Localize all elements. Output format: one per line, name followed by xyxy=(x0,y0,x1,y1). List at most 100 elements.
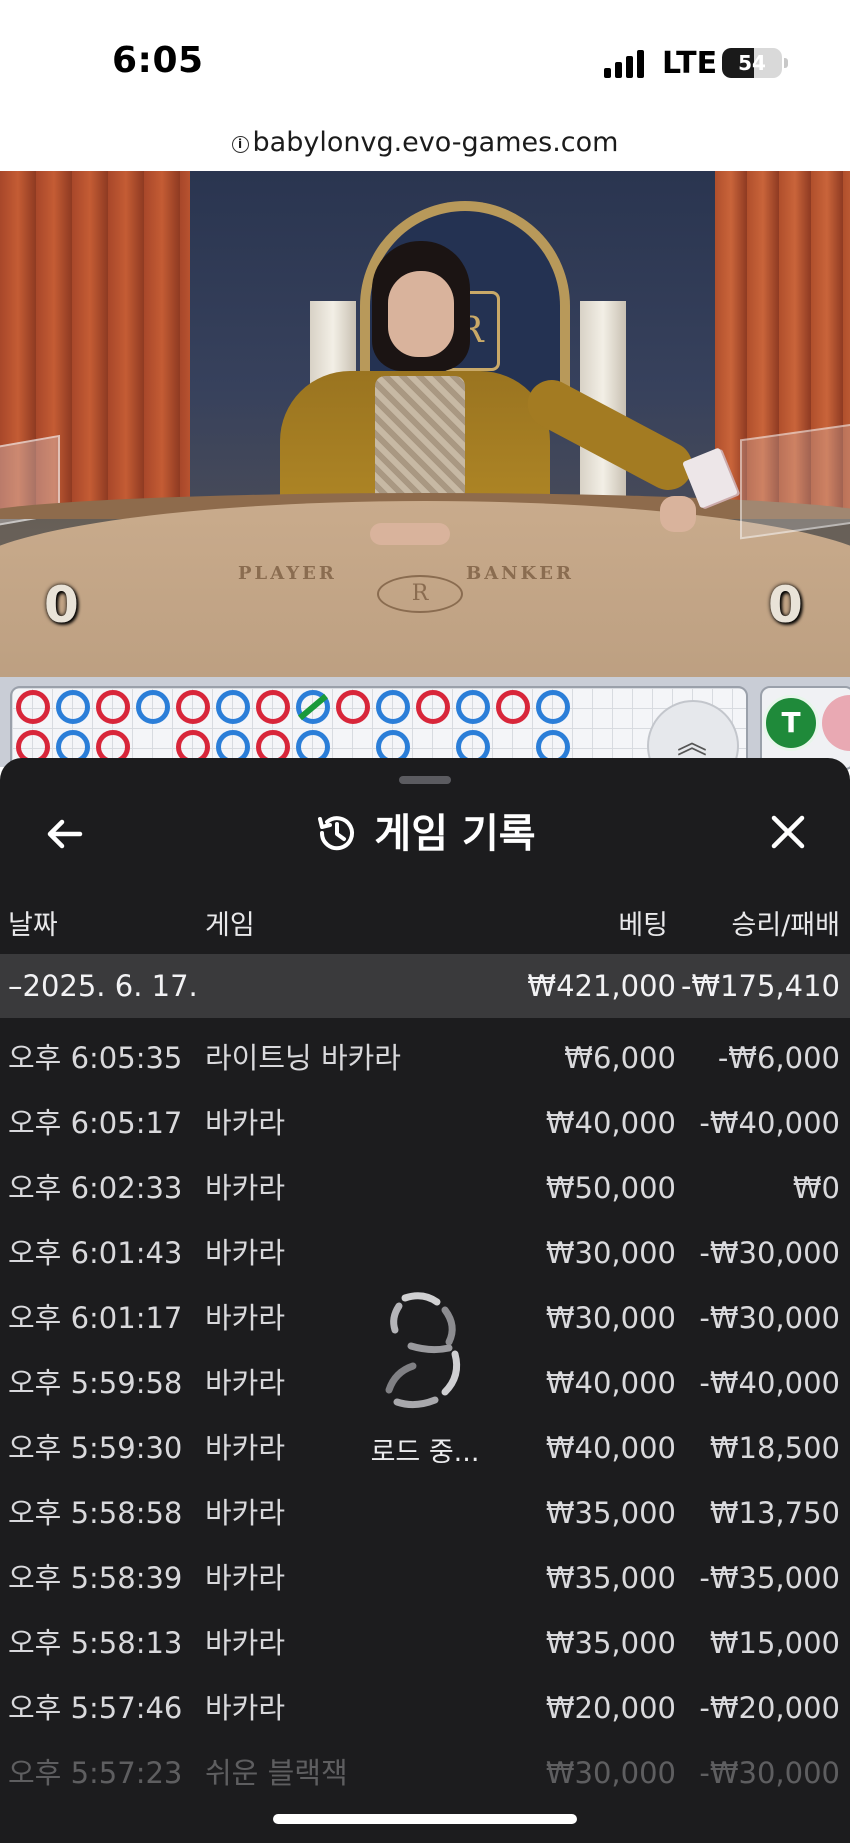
bead-player xyxy=(536,690,570,724)
row-result: ₩18,500 xyxy=(709,1431,840,1465)
row-bet: ₩35,000 xyxy=(545,1626,676,1660)
bead-player xyxy=(56,690,90,724)
row-time: 오후 6:05:17 xyxy=(8,1106,183,1140)
bead-player xyxy=(376,690,410,724)
dealer-face xyxy=(388,271,454,357)
game-history-panel: 게임 기록 날짜 게임 베팅 승리/패배 –2025. 6. 17. ₩421,… xyxy=(0,758,850,1843)
url-bar[interactable]: i babylonvg.evo-games.com xyxy=(0,118,850,168)
loading-spinner-icon xyxy=(385,1292,461,1409)
row-result: -₩40,000 xyxy=(699,1366,840,1400)
dealer-hand-left xyxy=(370,523,450,545)
sheet-grabber[interactable] xyxy=(399,776,451,784)
history-row[interactable]: 오후 5:58:39 바카라 ₩35,000 -₩35,000 xyxy=(0,1546,850,1611)
row-bet: ₩20,000 xyxy=(545,1691,676,1725)
row-game: 바카라 xyxy=(205,1301,286,1335)
row-game: 쉬운 블랙잭 xyxy=(205,1756,348,1790)
row-game: 바카라 xyxy=(205,1366,286,1400)
status-bar: 6:05 LTE 54 xyxy=(0,0,850,112)
network-label: LTE xyxy=(662,46,718,81)
bead-banker xyxy=(96,690,130,724)
dealer-hand-right xyxy=(660,496,696,532)
bead-player xyxy=(456,690,490,724)
bead-banker xyxy=(496,690,530,724)
bead-banker xyxy=(336,690,370,724)
bead-banker xyxy=(256,690,290,724)
player-label: PLAYER xyxy=(238,563,337,584)
battery-percent: 54 xyxy=(738,51,766,75)
banker-score: 0 xyxy=(768,576,803,634)
close-icon[interactable] xyxy=(764,808,812,856)
row-bet: ₩40,000 xyxy=(545,1431,676,1465)
column-header-bet: 베팅 xyxy=(618,910,668,941)
tie-indicator: T xyxy=(763,695,819,751)
row-bet: ₩40,000 xyxy=(545,1106,676,1140)
battery-icon: 54 xyxy=(722,48,782,78)
history-row[interactable]: 오후 6:02:33 바카라 ₩50,000 ₩0 xyxy=(0,1156,850,1221)
history-row[interactable]: 오후 5:57:23 쉬운 블랙잭 ₩30,000 -₩30,000 xyxy=(0,1741,850,1806)
table-header: 날짜 게임 베팅 승리/패배 xyxy=(0,900,850,952)
panel-title-text: 게임 기록 xyxy=(374,811,536,857)
column-header-date: 날짜 xyxy=(8,910,58,941)
row-game: 바카라 xyxy=(205,1236,286,1270)
history-row[interactable]: 오후 5:57:46 바카라 ₩20,000 -₩20,000 xyxy=(0,1676,850,1741)
row-result: -₩30,000 xyxy=(699,1236,840,1270)
row-bet: ₩6,000 xyxy=(564,1041,676,1075)
bead-banker xyxy=(16,690,50,724)
bead-banker xyxy=(416,690,450,724)
player-score: 0 xyxy=(44,576,79,634)
row-time: 오후 6:02:33 xyxy=(8,1171,183,1205)
card-shoe-right xyxy=(740,422,850,540)
history-row[interactable]: 오후 6:01:43 바카라 ₩30,000 -₩30,000 xyxy=(0,1221,850,1286)
summary-result: -₩175,410 xyxy=(680,969,840,1003)
row-time: 오후 5:57:46 xyxy=(8,1691,183,1725)
row-result: -₩35,000 xyxy=(699,1561,840,1595)
summary-bet: ₩421,000 xyxy=(527,969,676,1003)
row-time: 오후 5:58:13 xyxy=(8,1626,183,1660)
row-bet: ₩35,000 xyxy=(545,1561,676,1595)
row-time: 오후 5:58:58 xyxy=(8,1496,183,1530)
loading-text: 로드 중... xyxy=(370,1437,480,1468)
row-result: ₩0 xyxy=(792,1171,840,1205)
info-icon[interactable]: i xyxy=(231,136,249,153)
bead-banker xyxy=(176,690,210,724)
table-logo: R xyxy=(377,575,463,613)
row-result: -₩20,000 xyxy=(699,1691,840,1725)
loading-indicator: 로드 중... xyxy=(360,1286,490,1468)
history-row[interactable]: 오후 5:58:58 바카라 ₩35,000 ₩13,750 xyxy=(0,1481,850,1546)
home-indicator[interactable] xyxy=(273,1814,577,1824)
row-result: -₩6,000 xyxy=(717,1041,840,1075)
row-result: -₩30,000 xyxy=(699,1756,840,1790)
row-game: 라이트닝 바카라 xyxy=(205,1041,401,1075)
row-game: 바카라 xyxy=(205,1171,286,1205)
url-text: babylonvg.evo-games.com xyxy=(252,127,619,158)
row-bet: ₩30,000 xyxy=(545,1301,676,1335)
bead-player xyxy=(136,690,170,724)
row-bet: ₩30,000 xyxy=(545,1236,676,1270)
history-row[interactable]: 오후 6:05:35 라이트닝 바카라 ₩6,000 -₩6,000 xyxy=(0,1026,850,1091)
panel-title: 게임 기록 xyxy=(0,804,850,864)
battery-nub xyxy=(784,58,788,68)
row-time: 오후 6:05:35 xyxy=(8,1041,183,1075)
row-game: 바카라 xyxy=(205,1561,286,1595)
row-time: 오후 6:01:43 xyxy=(8,1236,183,1270)
column-header-result: 승리/패배 xyxy=(731,910,840,941)
history-row[interactable]: 오후 6:05:17 바카라 ₩40,000 -₩40,000 xyxy=(0,1091,850,1156)
row-result: -₩40,000 xyxy=(699,1106,840,1140)
row-result: -₩30,000 xyxy=(699,1301,840,1335)
row-result: ₩15,000 xyxy=(709,1626,840,1660)
row-time: 오후 5:59:58 xyxy=(8,1366,183,1400)
row-game: 바카라 xyxy=(205,1496,286,1530)
column-header-game: 게임 xyxy=(205,910,255,941)
history-clock-icon xyxy=(318,816,355,851)
row-bet: ₩40,000 xyxy=(545,1366,676,1400)
row-game: 바카라 xyxy=(205,1626,286,1660)
row-game: 바카라 xyxy=(205,1106,286,1140)
history-row[interactable]: 오후 5:58:13 바카라 ₩35,000 ₩15,000 xyxy=(0,1611,850,1676)
row-game: 바카라 xyxy=(205,1691,286,1725)
live-video[interactable]: R PLAYER BANKER R 0 0 xyxy=(0,171,850,677)
row-bet: ₩30,000 xyxy=(545,1756,676,1790)
row-time: 오후 6:01:17 xyxy=(8,1301,183,1335)
cellular-signal-icon xyxy=(604,50,644,78)
row-time: 오후 5:57:23 xyxy=(8,1756,183,1790)
date-summary-row[interactable]: –2025. 6. 17. ₩421,000 -₩175,410 xyxy=(0,954,850,1018)
